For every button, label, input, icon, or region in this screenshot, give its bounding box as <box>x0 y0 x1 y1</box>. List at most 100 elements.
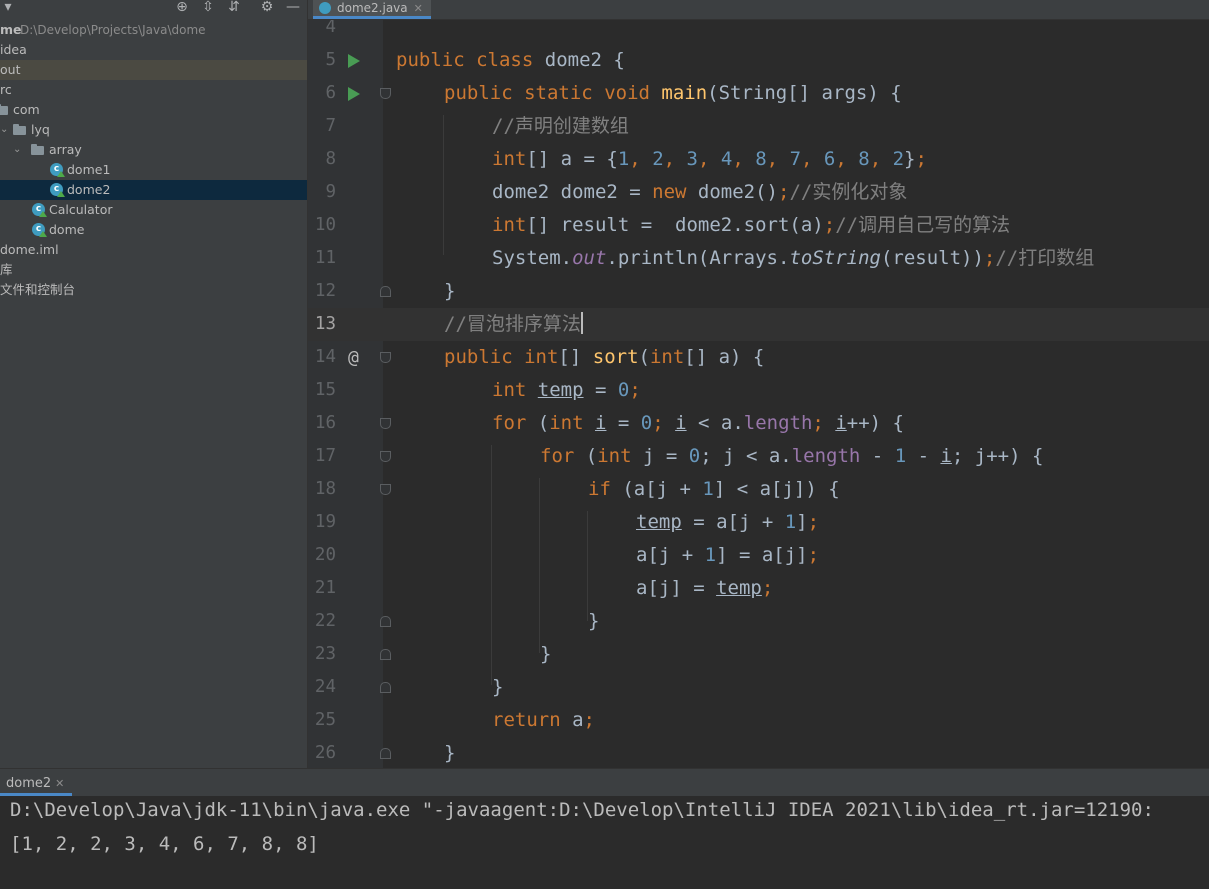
code-line: 20 a[j + 1] = a[j]; <box>308 539 1209 572</box>
code-text: int[] a = {1, 2, 3, 4, 8, 7, 6, 8, 2}; <box>492 148 927 170</box>
java-class-icon: c <box>50 163 65 177</box>
run-tool-window: dome2 ✕ D:\Develop\Java\jdk-11\bin\java.e… <box>0 768 1209 889</box>
tree-item-label: 文件和控制台 <box>0 282 76 297</box>
console-output-line: [1, 2, 2, 3, 4, 6, 7, 8, 8] <box>10 833 319 855</box>
code-text: } <box>540 643 552 665</box>
code-text: } <box>444 280 456 302</box>
tree-item-label: 库 <box>0 262 13 277</box>
tree-item-calculator[interactable]: c Calculator <box>0 200 307 220</box>
tree-item-external-libraries[interactable]: 库 <box>0 260 307 280</box>
code-line: 22 } <box>308 605 1209 638</box>
code-editor[interactable]: 4 5 public class dome2 { 6 public static… <box>308 20 1209 768</box>
line-number: 21 <box>314 578 336 598</box>
line-number: 23 <box>314 644 336 664</box>
line-number: 18 <box>314 479 336 499</box>
code-line: 7 //声明创建数组 <box>308 110 1209 143</box>
tree-item-idea[interactable]: idea <box>0 40 307 60</box>
fold-icon[interactable] <box>380 352 391 363</box>
tab-dome2-java[interactable]: dome2.java ✕ <box>313 0 431 19</box>
tree-item-label: com <box>13 102 40 117</box>
line-number: 19 <box>314 512 336 532</box>
line-number: 26 <box>314 743 336 763</box>
code-text: dome2 dome2 = new dome2();//实例化对象 <box>492 181 908 203</box>
code-line: 26 } <box>308 737 1209 768</box>
tree-item-label: rc <box>0 82 12 97</box>
tree-item-label: out <box>0 62 21 77</box>
line-number: 13 <box>314 314 336 334</box>
code-line: 17 for (int j = 0; j < a.length - 1 - i;… <box>308 440 1209 473</box>
code-line: 6 public static void main(String[] args)… <box>308 77 1209 110</box>
fold-icon[interactable] <box>380 649 391 660</box>
line-number: 8 <box>325 149 336 169</box>
fold-icon[interactable] <box>380 616 391 627</box>
code-comment: //声明创建数组 <box>492 115 629 137</box>
tree-item-dome1[interactable]: c dome1 <box>0 160 307 180</box>
code-line: 16 for (int i = 0; i < a.length; i++) { <box>308 407 1209 440</box>
tree-item-label: me <box>0 22 22 37</box>
gear-icon[interactable]: ⚙ <box>259 0 275 16</box>
line-number: 11 <box>314 248 336 268</box>
fold-icon[interactable] <box>380 748 391 759</box>
code-line: 21 a[j] = temp; <box>308 572 1209 605</box>
code-text: public class dome2 { <box>396 49 625 71</box>
usage-at-icon[interactable]: @ <box>348 341 359 374</box>
code-line: 10 int[] result = dome2.sort(a);//调用自己写的… <box>308 209 1209 242</box>
line-number: 24 <box>314 677 336 697</box>
line-number: 10 <box>314 215 336 235</box>
code-line: 4 <box>308 20 1209 44</box>
line-number: 6 <box>325 83 336 103</box>
tree-item-dome[interactable]: c dome <box>0 220 307 240</box>
code-text: if (a[j + 1] < a[j]) { <box>588 478 840 500</box>
code-text: int temp = 0; <box>492 379 641 401</box>
line-number: 17 <box>314 446 336 466</box>
close-icon[interactable]: ✕ <box>414 2 423 15</box>
expand-all-icon[interactable]: ⇳ <box>200 0 216 16</box>
tree-item-src[interactable]: rc <box>0 80 307 100</box>
tree-item-label: dome1 <box>67 162 111 177</box>
line-number: 15 <box>314 380 336 400</box>
fold-icon[interactable] <box>380 451 391 462</box>
tree-item-com[interactable]: com <box>0 100 307 120</box>
locate-icon[interactable]: ⊕ <box>174 0 190 16</box>
chevron-down-icon[interactable]: ⌄ <box>0 120 8 140</box>
run-icon[interactable] <box>348 54 360 68</box>
collapse-all-icon[interactable]: ⇵ <box>226 0 242 16</box>
fold-icon[interactable] <box>380 484 391 495</box>
code-line: 9 dome2 dome2 = new dome2();//实例化对象 <box>308 176 1209 209</box>
package-folder-icon <box>0 104 8 115</box>
code-line: 23 } <box>308 638 1209 671</box>
code-line: 15 int temp = 0; <box>308 374 1209 407</box>
line-number: 16 <box>314 413 336 433</box>
tree-item-lyq[interactable]: ⌄ lyq <box>0 120 307 140</box>
tree-item-iml[interactable]: dome.iml <box>0 240 307 260</box>
tree-item-scratches[interactable]: 文件和控制台 <box>0 280 307 300</box>
fold-icon[interactable] <box>380 682 391 693</box>
minimize-icon[interactable]: — <box>285 0 301 16</box>
fold-icon[interactable] <box>380 418 391 429</box>
package-folder-icon <box>13 124 26 135</box>
code-text: System.out.println(Arrays.toString(resul… <box>492 247 1095 269</box>
tab-run-dome2[interactable]: dome2 ✕ <box>0 769 73 796</box>
chevron-down-icon[interactable]: ⌄ <box>13 140 21 160</box>
tree-item-out[interactable]: out <box>0 60 307 80</box>
tree-item-array[interactable]: ⌄ array <box>0 140 307 160</box>
code-text: int[] result = dome2.sort(a);//调用自己写的算法 <box>492 214 1011 236</box>
text-caret <box>580 312 583 334</box>
code-line: 25 return a; <box>308 704 1209 737</box>
fold-icon[interactable] <box>380 286 391 297</box>
project-path: D:\Develop\Projects\Java\dome <box>20 23 206 37</box>
dropdown-arrow-icon[interactable]: ▾ <box>0 0 16 16</box>
code-line-current: 13 //冒泡排序算法 <box>308 308 1209 341</box>
tree-item-root[interactable]: me D:\Develop\Projects\Java\dome <box>0 20 307 40</box>
run-icon[interactable] <box>348 87 360 101</box>
line-number: 25 <box>314 710 336 730</box>
code-text: public static void main(String[] args) { <box>444 82 902 104</box>
close-icon[interactable]: ✕ <box>55 777 64 790</box>
java-class-icon: c <box>32 223 47 237</box>
code-text: //冒泡排序算法 <box>444 312 583 335</box>
tree-item-label: idea <box>0 42 27 57</box>
tree-item-dome2[interactable]: c dome2 <box>0 180 307 200</box>
editor-tab-bar: dome2.java ✕ <box>308 0 1209 20</box>
tree-item-label: dome2 <box>67 182 111 197</box>
fold-icon[interactable] <box>380 88 391 99</box>
